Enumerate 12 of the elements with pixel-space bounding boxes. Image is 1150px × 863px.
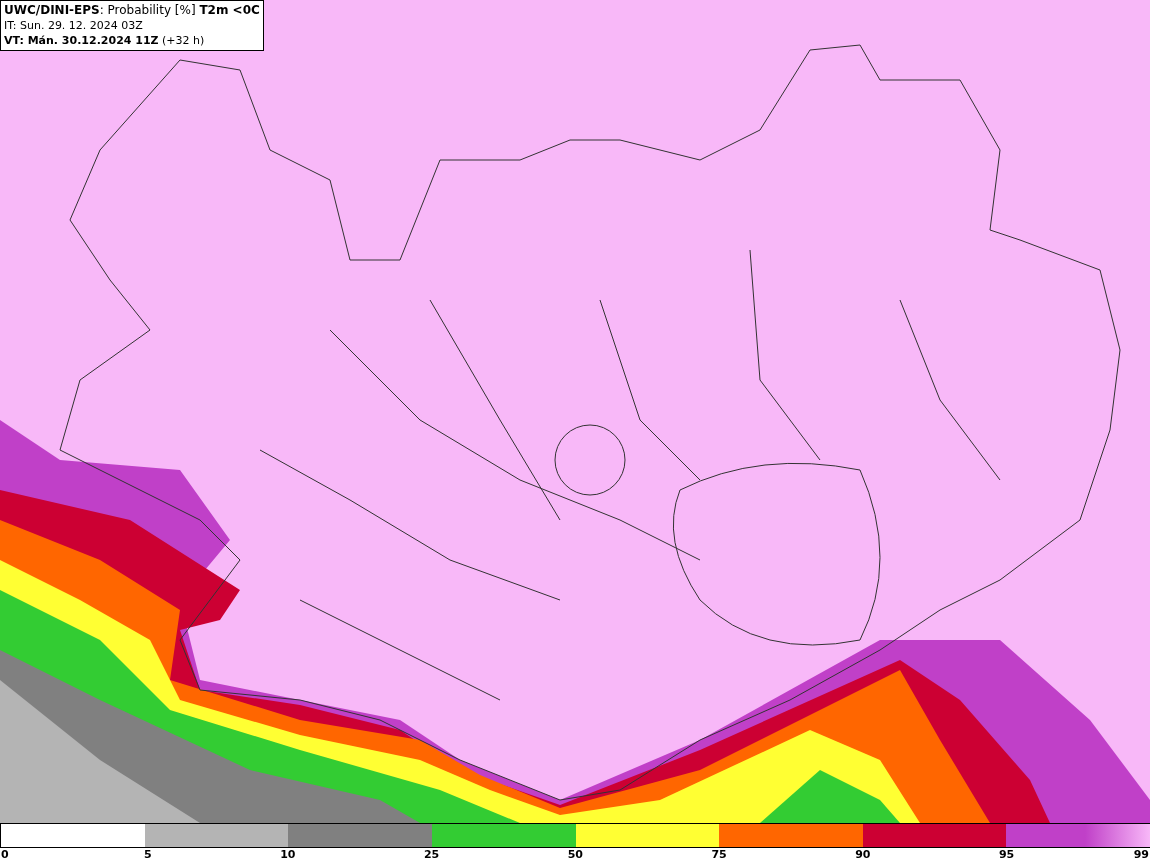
scale-label: 50 (567, 848, 583, 861)
scale-label: 5 (144, 848, 152, 861)
issue-time: IT: Sun. 29. 12. 2024 03Z (4, 18, 144, 33)
scale-label: 25 (423, 848, 440, 861)
scale-label: 75 (711, 848, 727, 861)
scale-label: 0 (1, 848, 9, 861)
scale-label: 95 (998, 848, 1015, 861)
scale-label: 90 (855, 848, 871, 861)
scale-label: 99 (1133, 848, 1149, 861)
chart-title: UWC/DINI-EPS: Probability [%] T2m <0C (4, 3, 260, 18)
scale-label: 10 (280, 848, 296, 861)
valid-time: VT: Mán. 30.12.2024 11Z (+32 h) (4, 33, 206, 48)
